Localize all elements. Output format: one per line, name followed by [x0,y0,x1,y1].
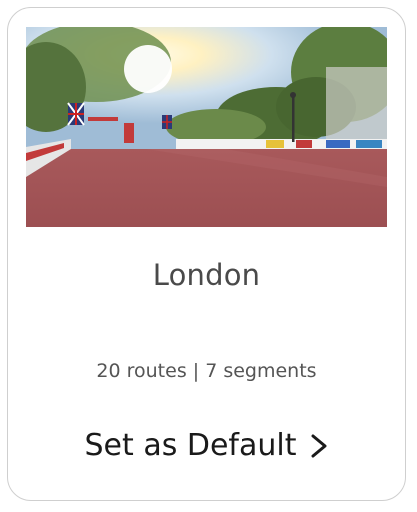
set-as-default-label: Set as Default [84,428,297,463]
world-stats: 20 routes | 7 segments [96,360,317,382]
chevron-right-icon [310,433,328,459]
world-card[interactable]: London 20 routes | 7 segments Set as Def… [7,7,406,501]
world-name: London [152,258,261,292]
world-preview-image [26,27,387,227]
set-as-default-button[interactable]: Set as Default [8,428,405,463]
